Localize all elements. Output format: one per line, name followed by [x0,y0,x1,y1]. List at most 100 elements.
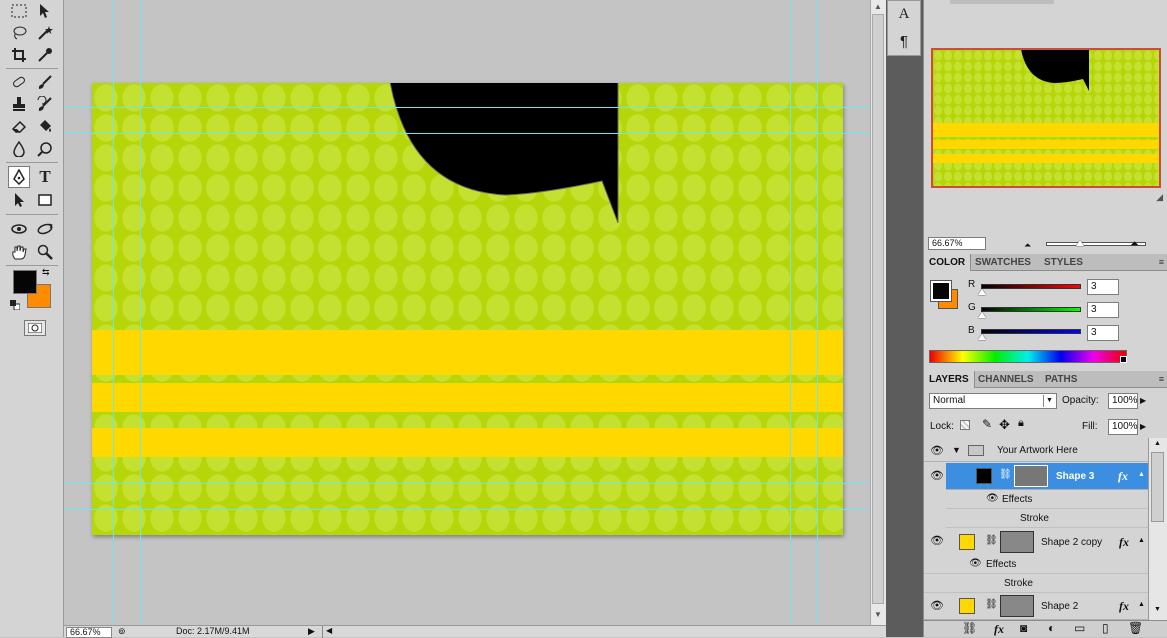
adjustment-layer-icon[interactable]: ◐ [1048,621,1055,635]
speech-bubble-shape[interactable] [390,83,620,227]
opacity-input[interactable]: 100% [1108,393,1138,409]
green-slider[interactable] [981,307,1081,312]
chevron-down-icon[interactable]: ▼ [1043,395,1055,407]
green-slider-handle[interactable] [978,312,986,318]
color-spectrum-bar[interactable] [929,350,1127,363]
character-panel-icon[interactable]: A [888,1,920,29]
red-value-input[interactable]: 3 [1087,279,1119,295]
new-group-icon[interactable]: ▭ [1074,621,1085,635]
eye-icon[interactable]: 👁︎ [930,534,944,547]
red-slider-handle[interactable] [978,289,986,295]
guide-vertical[interactable] [140,0,141,625]
add-style-icon[interactable]: fx [994,622,1004,637]
rectangle-icon[interactable] [34,189,56,211]
layers-panel-menu-icon[interactable]: ≡ [1159,374,1164,384]
blue-value-input[interactable]: 3 [1087,325,1119,341]
hscroll-left-icon[interactable]: ◀ [326,626,332,635]
green-value-input[interactable]: 3 [1087,302,1119,318]
lock-position-icon[interactable]: ✥ [999,417,1010,433]
guide-horizontal[interactable] [64,107,870,108]
status-zoom-field[interactable]: 66.67% [66,627,112,638]
link-icon[interactable]: ⛓︎ [985,535,998,546]
guide-horizontal[interactable] [64,509,870,510]
layer-group-row[interactable]: 👁︎ ▼ Your Artwork Here [924,440,1148,462]
canvas-area[interactable] [64,0,870,625]
marquee-icon[interactable] [8,0,30,22]
history-brush-icon[interactable] [34,93,56,115]
eyedropper-icon[interactable] [34,44,56,66]
collapse-effects-icon[interactable]: ▲ [1138,471,1145,478]
opacity-arrow-icon[interactable]: ▶ [1140,396,1146,405]
layers-scroll-thumb[interactable] [1151,452,1164,522]
link-layers-icon[interactable]: ⛓︎ [962,621,977,635]
guide-vertical[interactable] [113,0,114,625]
vector-mask-thumb[interactable] [1000,595,1034,617]
collapse-effects-icon[interactable]: ▲ [1138,537,1145,544]
foreground-color-swatch-front[interactable] [13,270,37,294]
guide-horizontal[interactable] [64,483,870,484]
dodge-icon[interactable] [34,138,56,160]
pen-icon[interactable] [8,166,30,188]
scroll-down-icon[interactable]: ▼ [874,610,882,619]
tab-layers[interactable]: LAYERS [924,371,975,388]
crop-icon[interactable] [8,44,30,66]
quick-mask-icon[interactable] [24,320,46,336]
tab-paths[interactable]: PATHS [1040,371,1082,388]
lock-transparent-icon[interactable] [960,420,970,430]
paint-bucket-icon[interactable] [34,115,56,137]
layer-row-shape-2-copy[interactable]: 👁︎ ⛓︎ Shape 2 copy fx ▲ [924,529,1148,556]
layer-row-shape-2[interactable]: 👁︎ ⛓︎ Shape 2 fx ▲ [924,594,1148,620]
blue-slider[interactable] [981,329,1081,334]
lasso-icon[interactable] [8,22,30,44]
effects-row[interactable]: 👁︎ Effects [924,555,1148,574]
fx-icon[interactable]: fx [1119,599,1129,614]
fx-icon[interactable]: fx [1118,469,1128,484]
guide-vertical[interactable] [790,0,791,625]
3d-orbit-icon[interactable] [34,218,56,240]
tab-color[interactable]: COLOR [924,254,972,271]
scroll-up-icon[interactable]: ▲ [874,2,882,11]
blue-slider-handle[interactable] [978,334,986,340]
zoom-out-icon[interactable]: ⏶ [1024,240,1031,251]
layer-row-shape-3[interactable]: ⛓︎ Shape 3 fx ▲ [946,463,1148,490]
fill-input[interactable]: 100% [1108,419,1138,435]
magic-wand-icon[interactable] [34,22,56,44]
status-menu-icon[interactable]: ⊚ [118,626,132,637]
spot-healing-icon[interactable] [8,71,30,93]
collapse-effects-icon[interactable]: ▲ [1138,601,1145,608]
scroll-down-icon[interactable]: ▼ [1154,606,1161,613]
guide-vertical[interactable] [817,0,818,625]
path-selection-icon[interactable] [8,189,30,211]
link-icon[interactable]: ⛓︎ [999,469,1012,480]
tab-channels[interactable]: CHANNELS [973,371,1039,388]
delete-layer-icon[interactable]: 🗑︎ [1128,621,1143,635]
stroke-effect-row[interactable]: Stroke [946,509,1148,528]
blend-mode-select[interactable]: Normal ▼ [929,393,1057,409]
document-canvas[interactable] [92,83,843,535]
tab-styles[interactable]: STYLES [1039,254,1088,271]
stroke-effect-row[interactable]: Stroke [924,574,1148,593]
lock-all-icon[interactable]: 🔒︎ [1018,417,1024,430]
add-mask-icon[interactable]: ◙ [1020,621,1027,635]
lock-pixels-icon[interactable]: ✎ [982,417,992,431]
brush-icon[interactable] [34,71,56,93]
blur-icon[interactable] [8,138,30,160]
navigator-zoom-field[interactable]: 66.67% [928,237,986,250]
red-slider[interactable] [981,284,1081,289]
eraser-icon[interactable] [8,115,30,137]
zoom-icon[interactable] [34,241,56,263]
color-panel-foreground-swatch[interactable] [930,280,952,302]
paragraph-panel-icon[interactable]: ¶ [888,29,920,57]
navigator-collapse-icon[interactable]: ◢ [1156,192,1163,203]
effects-eye-icon[interactable]: 👁︎ [969,558,982,569]
clone-stamp-icon[interactable] [8,93,30,115]
guide-horizontal[interactable] [64,133,870,134]
zoom-in-icon[interactable]: ⏶ [1130,238,1139,251]
vector-mask-thumb[interactable] [1014,465,1048,487]
fx-icon[interactable]: fx [1119,535,1129,550]
move-icon[interactable] [34,0,56,22]
navigator-thumbnail[interactable] [931,48,1161,188]
expand-triangle-icon[interactable]: ▼ [952,445,961,455]
scroll-up-icon[interactable]: ▲ [1154,440,1161,447]
3d-rotate-icon[interactable] [8,218,30,240]
